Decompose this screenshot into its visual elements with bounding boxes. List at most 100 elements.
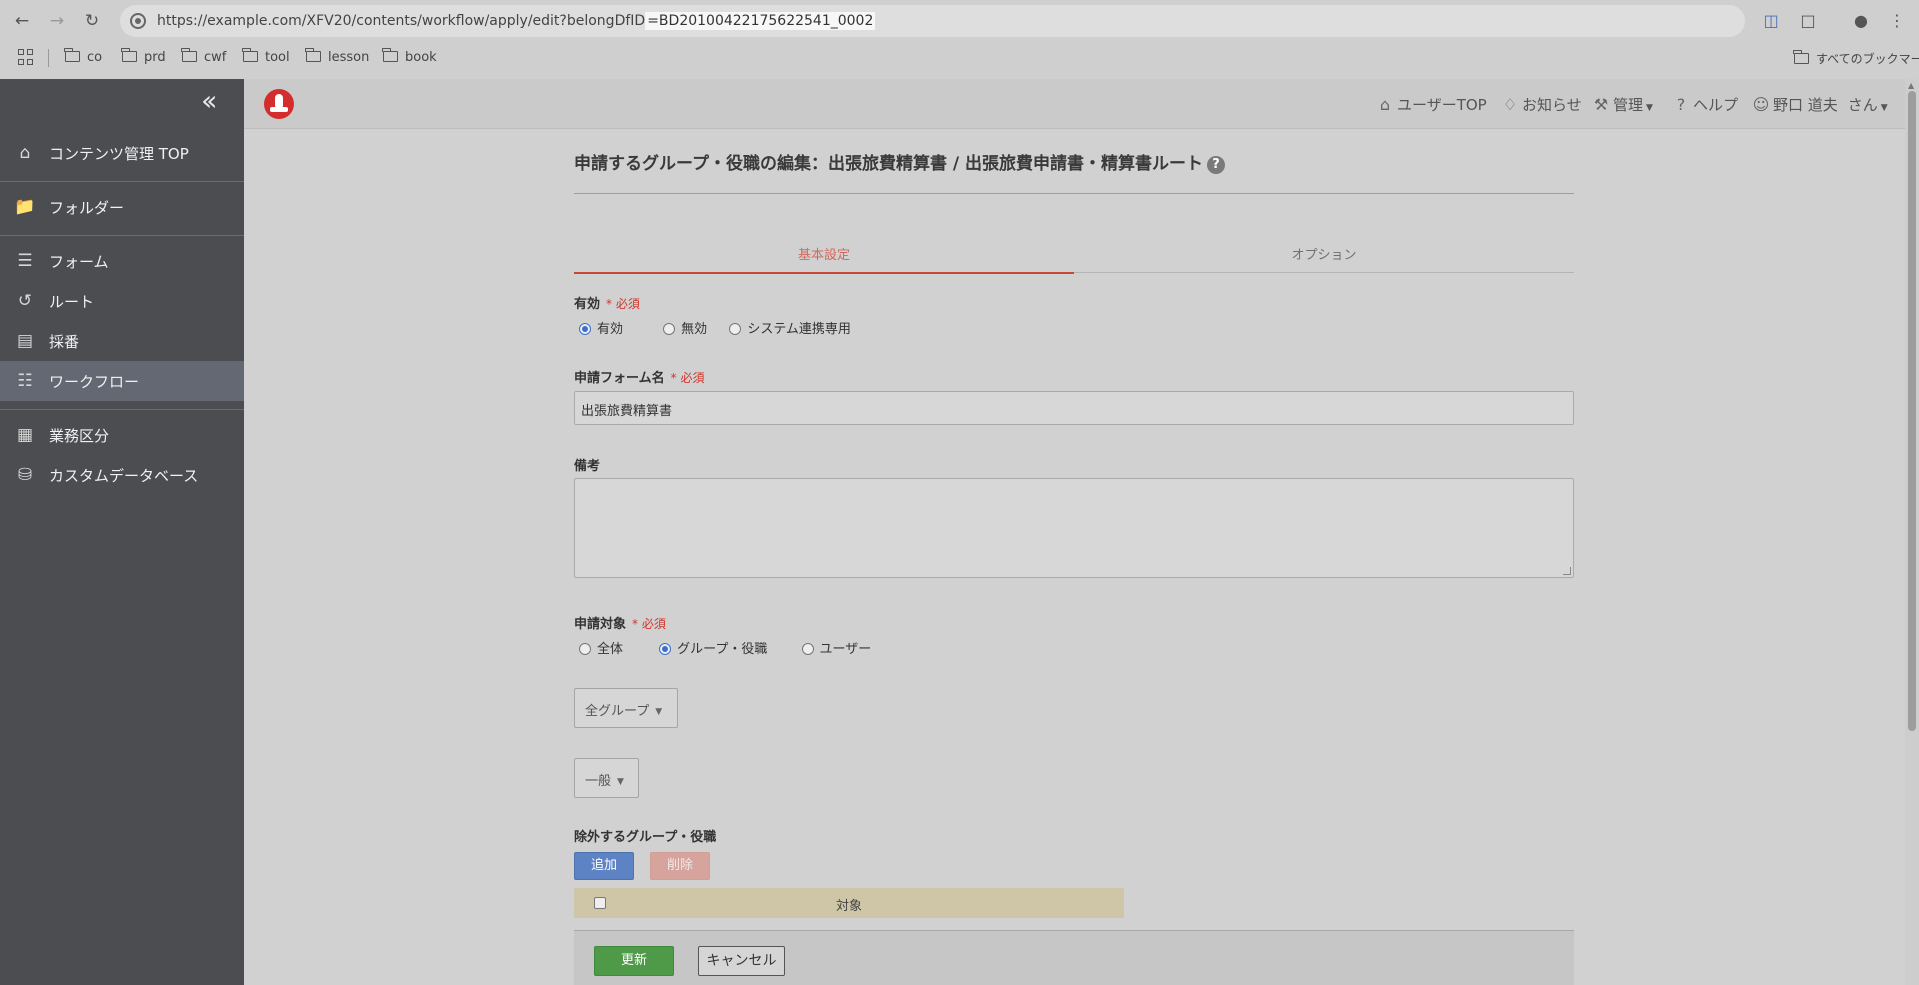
header-notice[interactable]: ♢ お知らせ (1501, 94, 1582, 115)
radio-disabled[interactable]: 無効 (663, 318, 707, 337)
radio-button[interactable] (663, 323, 676, 335)
radio-enabled[interactable]: 有効 (579, 318, 623, 337)
all-bookmarks[interactable]: すべてのブックマーク (1793, 50, 1919, 67)
scroll-thumb[interactable] (1908, 91, 1916, 731)
required-marker: * 必須 (606, 297, 640, 311)
sidebar-item-label: ルート (49, 293, 95, 311)
address-bar[interactable]: https://example.com/XFV20/contents/workf… (120, 5, 1745, 37)
radio-label: グループ・役職 (677, 642, 768, 657)
add-button[interactable]: 追加 (574, 852, 634, 880)
radio-button[interactable] (729, 323, 742, 335)
numbering-icon: ▤ (16, 331, 34, 351)
update-button[interactable]: 更新 (594, 946, 674, 976)
sidebar-item-business-category[interactable]: ▦ 業務区分 (0, 415, 244, 455)
database-icon: ⛁ (17, 465, 33, 485)
group-select[interactable]: 全グループ ▼ (574, 688, 678, 728)
chevron-down-icon: ▼ (655, 707, 663, 717)
bookmark-prd[interactable]: prd (121, 48, 166, 65)
forward-icon[interactable]: → (45, 9, 69, 33)
url-text[interactable]: https://example.com/XFV20/contents/workf… (157, 12, 876, 30)
reload-icon[interactable]: ↻ (80, 9, 104, 33)
url-prefix: https://example.com/XFV20/contents/workf… (157, 13, 646, 29)
header-admin[interactable]: ⚒ 管理 ▼ (1592, 94, 1653, 115)
bookmark-co[interactable]: co (64, 48, 103, 65)
sidebar-item-workflow[interactable]: ☷ ワークフロー (0, 361, 244, 401)
enabled-label: 有効 * 必須 (574, 293, 640, 312)
radio-group-position[interactable]: グループ・役職 (659, 638, 767, 657)
header-admin-label: 管理 (1613, 96, 1644, 114)
sidebar-item-label: フォルダー (49, 199, 125, 217)
folder-icon (1793, 50, 1809, 64)
folder-icon (64, 48, 80, 62)
header-user-suffix: さん (1847, 96, 1878, 114)
cancel-button[interactable]: キャンセル (698, 946, 785, 976)
collapse-sidebar-icon[interactable]: ‹‹ (201, 87, 218, 115)
scrollbar[interactable]: ▲ (1905, 79, 1919, 985)
remarks-label: 備考 (574, 459, 601, 474)
select-all-checkbox[interactable] (594, 897, 606, 909)
menu-dots-icon[interactable]: ⋮ (1886, 10, 1908, 32)
form-name-input[interactable]: 出張旅費精算書 (574, 391, 1574, 425)
extensions-icon[interactable]: □ (1797, 10, 1819, 32)
radio-system-only[interactable]: システム連携専用 (729, 318, 851, 337)
radio-button[interactable] (579, 323, 591, 335)
folder-icon (181, 48, 197, 62)
site-info-icon[interactable] (130, 13, 146, 29)
header-user-menu[interactable]: ☺ 野口 道夫 さん ▼ (1752, 94, 1888, 115)
radio-user[interactable]: ユーザー (801, 638, 872, 657)
radio-button[interactable] (579, 643, 591, 655)
enabled-radio-group: 有効 無効 システム連携専用 (579, 318, 869, 337)
profile-icon[interactable]: ● (1850, 10, 1872, 32)
sidebar-item-custom-database[interactable]: ⛁ カスタムデータベース (0, 455, 244, 495)
radio-label: 無効 (681, 322, 708, 337)
header-help[interactable]: ? ヘルプ (1672, 94, 1738, 115)
tab-basic-settings[interactable]: 基本設定 (574, 244, 1074, 274)
bell-icon: ♢ (1502, 95, 1518, 114)
delete-button[interactable]: 削除 (650, 852, 710, 880)
chevron-down-icon: ▼ (1646, 103, 1653, 113)
bookmark-label: prd (144, 50, 166, 65)
all-bookmarks-label: すべてのブックマーク (1816, 52, 1919, 66)
bookmark-book[interactable]: book (382, 48, 437, 65)
bookmark-cwf[interactable]: cwf (181, 48, 227, 65)
app-logo[interactable] (264, 89, 294, 119)
sidebar-divider (0, 409, 244, 410)
bookmark-label: cwf (204, 50, 227, 65)
target-radio-group: 全体 グループ・役職 ユーザー (579, 638, 889, 657)
app-header: ⌂ ユーザーTOP ♢ お知らせ ⚒ 管理 ▼ ? ヘルプ ☺ 野口 道夫 さん ▼ (244, 79, 1905, 129)
business-category-icon: ▦ (16, 425, 34, 445)
header-user-top[interactable]: ⌂ ユーザーTOP (1376, 94, 1487, 115)
home-icon: ⌂ (19, 143, 31, 163)
radio-all[interactable]: 全体 (579, 638, 623, 657)
target-label: 申請対象 * 必須 (574, 613, 666, 632)
header-help-label: ヘルプ (1693, 96, 1739, 114)
back-icon[interactable]: ← (10, 9, 34, 33)
sidebar-item-form[interactable]: ☰ フォーム (0, 241, 244, 281)
apps-grid-icon[interactable] (18, 49, 34, 65)
home-icon: ⌂ (1379, 95, 1391, 114)
bookmark-label: co (87, 50, 103, 65)
sidebar-item-route[interactable]: ↺ ルート (0, 281, 244, 321)
browser-toolbar: ← → ↻ https://example.com/XFV20/contents… (0, 0, 1919, 42)
translate-icon[interactable]: ◫ (1760, 10, 1782, 32)
position-select-value: 一般 (585, 774, 612, 789)
position-select[interactable]: 一般 ▼ (574, 758, 639, 798)
sidebar-item-contents-top[interactable]: ⌂ コンテンツ管理 TOP (0, 133, 244, 173)
radio-label: 有効 (597, 322, 624, 337)
radio-label: ユーザー (819, 642, 872, 657)
help-circle-icon[interactable]: ? (1207, 156, 1226, 174)
form-name-label: 申請フォーム名 * 必須 (574, 367, 704, 386)
enabled-label-text: 有効 (574, 297, 601, 312)
radio-label: システム連携専用 (747, 322, 851, 337)
radio-label: 全体 (597, 642, 624, 657)
sidebar-item-folder[interactable]: 📁 フォルダー (0, 187, 244, 227)
scroll-up-icon[interactable]: ▲ (1908, 81, 1914, 90)
sidebar-item-numbering[interactable]: ▤ 採番 (0, 321, 244, 361)
tab-options[interactable]: オプション (1074, 244, 1574, 273)
bookmark-tool[interactable]: tool (242, 48, 290, 65)
radio-button[interactable] (801, 643, 814, 655)
remarks-textarea[interactable] (574, 478, 1574, 578)
bookmark-lesson[interactable]: lesson (305, 48, 369, 65)
radio-button[interactable] (659, 643, 672, 655)
group-select-value: 全グループ (585, 704, 650, 719)
